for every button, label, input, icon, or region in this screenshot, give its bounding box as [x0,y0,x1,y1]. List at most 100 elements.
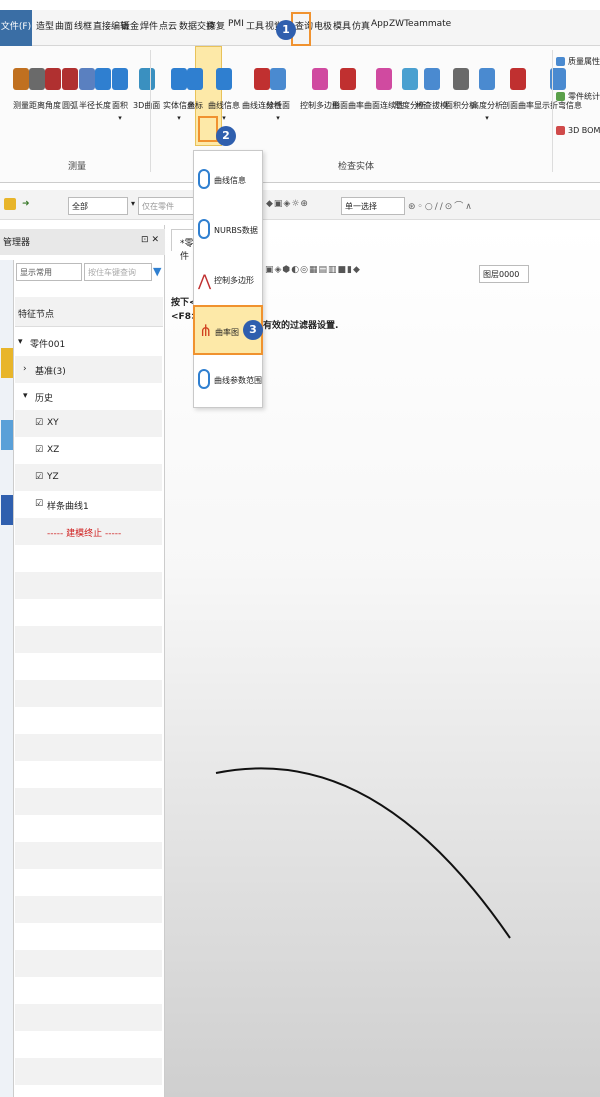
ribbon-button[interactable]: 剖面曲率 [502,54,534,111]
ribbon-button[interactable]: 3D曲面 [133,54,160,111]
snap-tools-icon[interactable]: ◆▣◈☼⊕ [266,199,309,209]
ribbon-button-icon [372,54,396,90]
tree-node-label: 历史 [35,394,54,404]
group-label-measure: 测量 [68,162,87,172]
menu-item-surface[interactable]: 曲面 [55,19,73,32]
menu-item-wireframe[interactable]: 线框 [74,19,92,32]
tree-row [15,545,162,572]
tree-row [15,572,162,599]
manager-title: 管理器 [3,238,31,248]
tree-row[interactable]: ☑ YZ [15,464,162,491]
tree-row[interactable]: ----- 建模终止 ----- [15,518,162,545]
mass-properties-icon [556,57,565,66]
ribbon-button[interactable]: 分析面 ▾ [266,54,290,122]
tree-row[interactable]: ☑ XZ [15,437,162,464]
filter-select[interactable]: 全部 [68,197,128,215]
menu-bar: 文件(F) 造型 曲面 线框 直接编辑 钣金 焊件 点云 数据交换 修复 PMI… [0,10,600,46]
menu-item-pmi[interactable]: PMI [228,19,244,29]
ribbon-button[interactable]: 曲面曲率 [332,54,364,111]
dd-item-control-polygon[interactable]: ⋀ 控制多边形 [194,255,262,305]
menu-item-zwteammate[interactable]: ZWTeammate [389,19,451,29]
display-select[interactable]: 显示常用 [16,263,82,281]
selection-filters-icon[interactable]: ⊛◦○/∕⊙⌒∧ [408,199,474,212]
dd-nurbs-label: NURBS数据 [214,226,258,235]
selection-mode-select[interactable]: 单一选择 [341,197,405,215]
tree-toggle-icon[interactable]: ▾ [23,391,28,401]
tree-toggle-icon[interactable]: ☑ [35,499,43,509]
tree-toggle-icon[interactable]: ☑ [35,445,43,455]
tree-node-label: ----- 建模终止 ----- [47,529,122,539]
tree-node-label: XZ [47,445,60,455]
param-range-icon [198,369,210,389]
dd-item-curve-param-range[interactable]: 曲线参数范围 [194,355,262,405]
tree-node-label: 基准(3) [35,367,66,377]
mass-properties-button[interactable]: 质量属性 [556,56,600,67]
history-tab-icon[interactable] [1,348,13,378]
tree-row[interactable]: ☑ XY [15,410,162,437]
tree-row [15,761,162,788]
arrow-icon[interactable]: ➜ [22,199,30,209]
file-menu[interactable]: 文件(F) [0,10,32,46]
menu-item-electrode[interactable]: 电极 [314,19,332,32]
tree-row[interactable]: ▾ 零件001 [15,329,162,356]
pin-close-icon[interactable]: ⊡ ✕ [141,235,159,245]
ribbon-button[interactable]: 高度分析 ▾ [471,54,503,122]
tree-row[interactable]: › 基准(3) [15,356,162,383]
ribbon-button-icon [308,54,332,90]
ribbon-button-arrow-icon[interactable]: ▾ [208,114,240,122]
ribbon-button-arrow-icon[interactable]: ▾ [471,114,503,122]
tree-header: 特征节点 [15,297,163,327]
dd-item-curve-info[interactable]: 曲线信息 [194,155,262,205]
menu-item-sheetmetal[interactable]: 钣金 [121,19,139,32]
tree-row [15,653,162,680]
ribbon-button-label: 曲线信息 [208,101,240,110]
curvature-plot-icon: ⋔ [199,321,213,340]
filter-select-value: 全部 [72,202,88,211]
menu-item-repair[interactable]: 修复 [207,19,225,32]
assembly-tab-icon[interactable] [1,420,13,450]
3d-bom-icon [556,126,565,135]
ribbon-button[interactable]: 曲线信息 ▾ [208,54,240,122]
part-statistics-button[interactable]: 零件统计 [556,91,600,102]
user-tab-icon[interactable] [1,495,13,525]
tree-toggle-icon[interactable]: ☑ [35,472,43,482]
tree-row[interactable]: ▾ 历史 [15,383,162,410]
step-badge-3: 3 [243,320,263,340]
ribbon-button-icon [336,54,360,90]
funnel-icon[interactable]: ▼ [153,265,161,278]
tree-toggle-icon[interactable]: ☑ [35,418,43,428]
ribbon-button-icon [183,54,207,90]
ribbon-button[interactable]: 面积 ▾ [108,54,132,122]
ribbon-button-arrow-icon[interactable]: ▾ [163,114,195,122]
manager-header: 管理器 ⊡ ✕ [0,229,165,255]
menu-item-modeling[interactable]: 造型 [36,19,54,32]
tree-row [15,707,162,734]
selection-mode-value: 单一选择 [345,202,377,211]
3d-bom-button[interactable]: 3D BOM [556,126,600,135]
ribbon-separator [552,50,553,172]
menu-item-app[interactable]: App [371,19,389,29]
ribbon-button-arrow-icon[interactable]: ▾ [266,114,290,122]
ribbon-button-arrow-icon[interactable]: ▾ [108,114,132,122]
ribbon-button-icon [506,54,530,90]
filter-icon[interactable] [4,198,16,210]
menu-item-mold[interactable]: 模具 [333,19,351,32]
ribbon-button-icon [449,54,473,90]
tree-search-input[interactable]: 按住车键查询 [84,263,152,281]
menu-item-tools[interactable]: 工具 [246,19,264,32]
tree-toggle-icon[interactable]: › [23,364,27,374]
tree-row [15,599,162,626]
filter-dropdown-icon[interactable]: ▾ [131,199,135,208]
ribbon-button[interactable]: 检查拔模 [416,54,448,111]
selection-toolbar: ➜ 全部 ▾ 仅在零件 ◆▣◈☼⊕ 单一选择 ⊛◦○/∕⊙⌒∧ [0,190,600,220]
menu-item-weldment[interactable]: 焊件 [140,19,158,32]
ribbon-button-icon [475,54,499,90]
ribbon-button-label: 面积 [112,101,128,110]
tree-toggle-icon[interactable]: ▾ [18,337,23,347]
tree-row[interactable]: ☑ 样条曲线1 [15,491,162,518]
menu-item-simulation[interactable]: 仿真 [352,19,370,32]
ribbon-button[interactable]: 坐标 [183,54,207,111]
menu-item-pointcloud[interactable]: 点云 [159,19,177,32]
nurbs-icon [198,219,210,239]
dd-item-nurbs-data[interactable]: NURBS数据 [194,205,262,255]
